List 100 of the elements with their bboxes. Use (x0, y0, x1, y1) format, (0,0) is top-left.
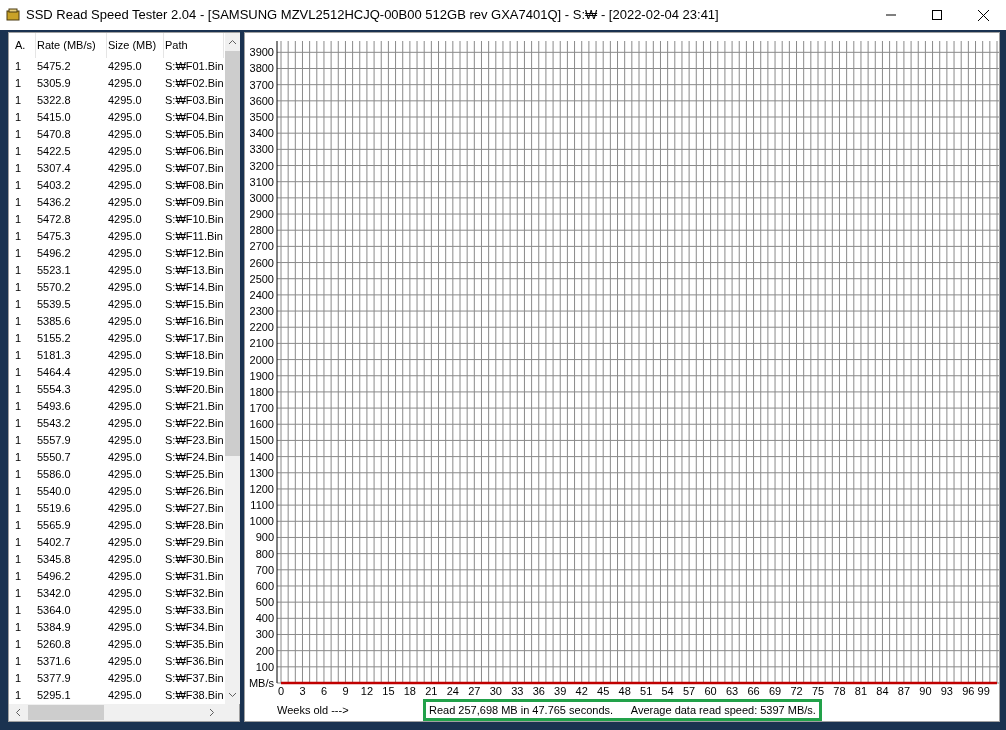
x-tick-label: 93 (940, 685, 953, 697)
y-tick-label: 3700 (249, 78, 274, 91)
y-tick-label: 1900 (249, 369, 274, 382)
scrollbar-thumb[interactable] (28, 705, 104, 720)
file-row[interactable]: 1 5364.0 4295.0 S:₩F33.Bin (9, 602, 225, 619)
file-row[interactable]: 1 5496.2 4295.0 S:₩F12.Bin (9, 245, 225, 262)
table-cell-text: 1 (15, 365, 23, 381)
y-tick-label: MB/s (248, 677, 274, 689)
y-tick-label: 2300 (249, 305, 274, 318)
table-cell-text: 4295.0 (108, 212, 143, 228)
file-row[interactable]: 1 5305.9 4295.0 S:₩F02.Bin (9, 75, 225, 92)
file-row[interactable]: 1 5464.4 4295.0 S:₩F19.Bin (9, 364, 225, 381)
y-tick-label: 1300 (249, 466, 274, 479)
file-row[interactable]: 1 5554.3 4295.0 S:₩F20.Bin (9, 381, 225, 398)
file-row[interactable]: 1 5570.2 4295.0 S:₩F14.Bin (9, 279, 225, 296)
file-row[interactable]: 1 5496.2 4295.0 S:₩F31.Bin (9, 568, 225, 585)
file-row[interactable]: 1 5436.2 4295.0 S:₩F09.Bin (9, 194, 225, 211)
table-cell-text: S:₩F19.Bin (165, 365, 225, 381)
file-row[interactable]: 1 5422.5 4295.0 S:₩F06.Bin (9, 143, 225, 160)
table-cell-text: 5570.2 (37, 280, 72, 296)
table-cell-text: S:₩F11.Bin (165, 229, 224, 245)
table-cell-text: S:₩F32.Bin (165, 586, 225, 602)
file-row[interactable]: 1 5475.3 4295.0 S:₩F11.Bin (9, 228, 225, 245)
scrollbar-thumb[interactable] (225, 51, 240, 456)
table-cell-text: 5384.9 (37, 620, 72, 636)
file-row[interactable]: 1 5470.8 4295.0 S:₩F05.Bin (9, 126, 225, 143)
file-row[interactable]: 1 5385.6 4295.0 S:₩F16.Bin (9, 313, 225, 330)
table-cell-text: 5422.5 (37, 144, 72, 160)
x-tick-label: 78 (833, 685, 846, 697)
table-cell-text: 5557.9 (37, 433, 72, 449)
table-cell-text: S:₩F23.Bin (165, 433, 225, 449)
file-row[interactable]: 1 5377.9 4295.0 S:₩F37.Bin (9, 670, 225, 687)
x-tick-label: 63 (725, 685, 739, 697)
column-header[interactable]: A. (14, 33, 36, 58)
column-header[interactable]: Rate (MB/s) (36, 33, 107, 58)
close-icon (977, 9, 989, 21)
table-cell-text: 4295.0 (108, 603, 143, 619)
file-row[interactable]: 1 5540.0 4295.0 S:₩F26.Bin (9, 483, 225, 500)
table-cell-text: 1 (15, 586, 23, 602)
file-row[interactable]: 1 5475.2 4295.0 S:₩F01.Bin (9, 58, 225, 75)
file-row[interactable]: 1 5342.0 4295.0 S:₩F32.Bin (9, 585, 225, 602)
column-header[interactable]: Path (164, 33, 224, 58)
file-row[interactable]: 1 5519.6 4295.0 S:₩F27.Bin (9, 500, 225, 517)
y-tick-label: 2600 (249, 256, 274, 269)
file-row[interactable]: 1 5181.3 4295.0 S:₩F18.Bin (9, 347, 225, 364)
file-row[interactable]: 1 5543.2 4295.0 S:₩F22.Bin (9, 415, 225, 432)
table-cell-text: 4295.0 (108, 688, 143, 704)
file-row[interactable]: 1 5403.2 4295.0 S:₩F08.Bin (9, 177, 225, 194)
table-cell-text: 5322.8 (37, 93, 72, 109)
table-cell-text: 5371.6 (37, 654, 72, 670)
table-cell-text: S:₩F06.Bin (165, 144, 225, 160)
table-cell-text: 4295.0 (108, 484, 143, 500)
table-cell-text: 5540.0 (37, 484, 72, 500)
table-cell-text: S:₩F15.Bin (165, 297, 225, 313)
file-row[interactable]: 1 5295.1 4295.0 S:₩F38.Bin (9, 687, 225, 704)
table-cell-text: 4295.0 (108, 348, 143, 364)
file-row[interactable]: 1 5260.8 4295.0 S:₩F35.Bin (9, 636, 225, 653)
file-row[interactable]: 1 5493.6 4295.0 S:₩F21.Bin (9, 398, 225, 415)
file-row[interactable]: 1 5472.8 4295.0 S:₩F10.Bin (9, 211, 225, 228)
table-cell-text: S:₩F09.Bin (165, 195, 225, 211)
table-cell-text: S:₩F26.Bin (165, 484, 225, 500)
file-row[interactable]: 1 5402.7 4295.0 S:₩F29.Bin (9, 534, 225, 551)
file-row[interactable]: 1 5539.5 4295.0 S:₩F15.Bin (9, 296, 225, 313)
file-row[interactable]: 1 5523.1 4295.0 S:₩F13.Bin (9, 262, 225, 279)
table-cell-text: 5260.8 (37, 637, 72, 653)
x-tick-label: 45 (597, 685, 610, 697)
table-cell-text: 1 (15, 178, 23, 194)
table-cell-text: 4295.0 (108, 552, 143, 568)
table-cell-text: 1 (15, 620, 23, 636)
table-cell-text: S:₩F14.Bin (165, 280, 225, 296)
table-cell-text: S:₩F04.Bin (165, 110, 225, 126)
y-tick-label: 800 (255, 547, 274, 560)
table-cell-text: S:₩F02.Bin (165, 76, 225, 92)
table-cell-text: 1 (15, 263, 23, 279)
file-row[interactable]: 1 5345.8 4295.0 S:₩F30.Bin (9, 551, 225, 568)
column-header[interactable]: Size (MB) (107, 33, 164, 58)
file-row[interactable]: 1 5557.9 4295.0 S:₩F23.Bin (9, 432, 225, 449)
file-row[interactable]: 1 5307.4 4295.0 S:₩F07.Bin (9, 160, 225, 177)
table-cell-text: 1 (15, 161, 23, 177)
y-tick-label: 1100 (250, 499, 274, 512)
file-row[interactable]: 1 5384.9 4295.0 S:₩F34.Bin (9, 619, 225, 636)
horizontal-scrollbar[interactable] (9, 704, 239, 721)
file-row[interactable]: 1 5322.8 4295.0 S:₩F03.Bin (9, 92, 225, 109)
table-cell-text: 1 (15, 110, 23, 126)
file-row[interactable]: 1 5565.9 4295.0 S:₩F28.Bin (9, 517, 225, 534)
table-cell-text: 1 (15, 569, 23, 585)
table-cell-text: 4295.0 (108, 331, 143, 347)
vertical-scrollbar[interactable] (225, 33, 240, 704)
x-tick-label: 54 (661, 685, 674, 697)
file-row[interactable]: 1 5550.7 4295.0 S:₩F24.Bin (9, 449, 225, 466)
y-tick-label: 3600 (249, 94, 274, 107)
file-row[interactable]: 1 5371.6 4295.0 S:₩F36.Bin (9, 653, 225, 670)
table-cell-text: S:₩F29.Bin (165, 535, 225, 551)
table-cell-text: 1 (15, 348, 23, 364)
table-cell-text: 5475.2 (37, 59, 72, 75)
file-row[interactable]: 1 5415.0 4295.0 S:₩F04.Bin (9, 109, 225, 126)
file-row[interactable]: 1 5586.0 4295.0 S:₩F25.Bin (9, 466, 225, 483)
y-tick-label: 2900 (249, 208, 274, 221)
table-cell-text: 1 (15, 314, 23, 330)
file-row[interactable]: 1 5155.2 4295.0 S:₩F17.Bin (9, 330, 225, 347)
